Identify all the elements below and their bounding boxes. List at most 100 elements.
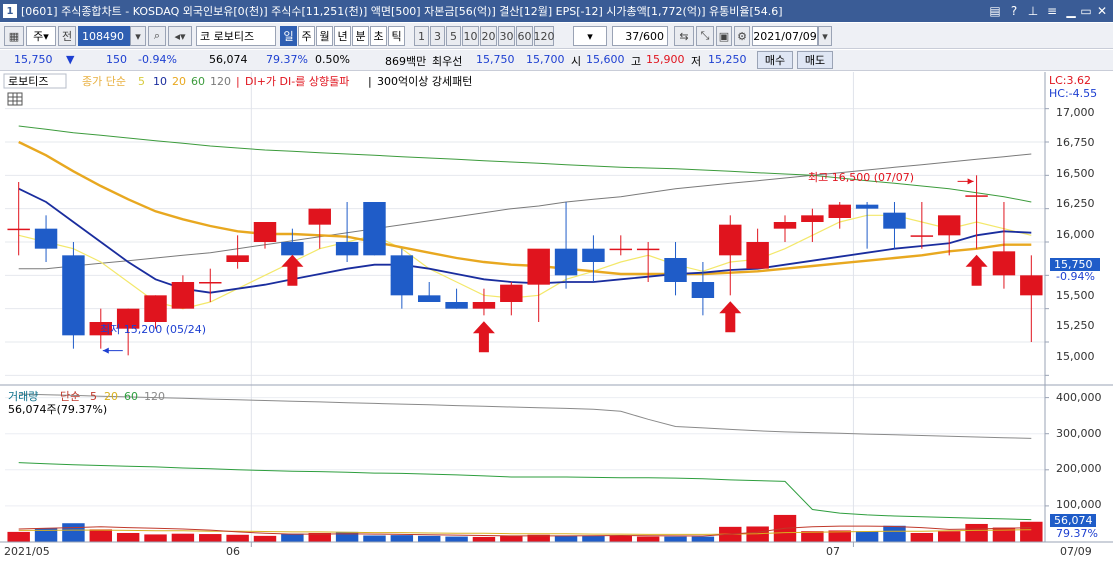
window-number: 1 — [3, 4, 17, 18]
candle-body — [390, 255, 414, 296]
volume-bar — [226, 534, 249, 542]
screen-icon[interactable]: ▤ — [987, 3, 1003, 18]
stock-code-input[interactable]: 108490 — [78, 26, 130, 46]
candle-body — [965, 195, 988, 197]
period-tab[interactable]: 년 — [334, 26, 351, 46]
current-price: 15,750 — [14, 53, 53, 66]
close-icon[interactable]: ✕ — [1094, 3, 1110, 18]
volume-bar — [691, 536, 715, 542]
settings-icon[interactable]: ⚙ — [734, 26, 750, 46]
candle-body — [773, 222, 797, 229]
candle-body — [992, 251, 1016, 276]
open-price: 15,600 — [586, 53, 625, 66]
save-icon[interactable]: ▣ — [716, 26, 732, 46]
candle — [62, 242, 85, 349]
count-field[interactable]: 37/600 — [612, 26, 668, 46]
menu-icon[interactable]: ≡ — [1044, 3, 1060, 18]
calendar-dropdown-icon[interactable]: ▾ — [818, 26, 832, 46]
candle-body — [527, 248, 550, 285]
candle-body — [62, 255, 85, 336]
open-label: 시 — [571, 55, 582, 68]
volume-legend-ma-20: 20 — [104, 390, 118, 403]
candle-body — [554, 248, 578, 276]
interval-button[interactable]: 1 — [414, 26, 429, 46]
candle-body — [417, 295, 441, 302]
interval-button[interactable]: 60 — [516, 26, 533, 46]
sell-button[interactable]: 매도 — [797, 51, 833, 69]
candle-body — [335, 242, 359, 256]
help-icon[interactable]: ? — [1006, 3, 1022, 18]
price-tick: 15,000 — [1056, 350, 1095, 363]
prev-button[interactable]: 전 — [58, 26, 76, 46]
legend-signal: DI+가 DI-를 상향돌파 — [245, 75, 349, 88]
period-tab[interactable]: 월 — [316, 26, 333, 46]
legend-pattern: 300억이상 강세패턴 — [377, 75, 472, 88]
link-icon[interactable]: ⇆ — [674, 26, 694, 46]
volume-legend-ma-5: 5 — [90, 390, 97, 403]
volume-bar — [253, 535, 277, 542]
best-bid-2: 15,700 — [526, 53, 565, 66]
period-tab[interactable]: 일 — [280, 26, 297, 46]
candle-body — [171, 282, 195, 309]
change-value: 150 — [106, 53, 127, 66]
minimize-icon[interactable]: ▁ — [1063, 3, 1079, 18]
hc-label: HC:-4.55 — [1049, 87, 1097, 100]
volume-tick: 100,000 — [1056, 498, 1102, 511]
draw-icon[interactable]: ⤡ — [696, 26, 714, 46]
candle-body — [691, 282, 715, 298]
pin-icon[interactable]: ⊥ — [1025, 3, 1041, 18]
volume-tick: 300,000 — [1056, 427, 1102, 440]
candle-body — [719, 224, 742, 256]
interval-button[interactable]: 20 — [480, 26, 497, 46]
volume-bar — [582, 535, 605, 542]
chart-svg[interactable]: 로보티즈 종가 단순 5 10 20 60 120 | DI+가 DI-를 상향… — [0, 72, 1113, 563]
candle-body — [609, 248, 633, 251]
volume-bar — [116, 532, 140, 542]
volume-bar — [883, 525, 906, 542]
legend-signal-marker: | — [236, 75, 240, 88]
legend-ma-120: 120 — [210, 75, 231, 88]
legend-ma-5: 5 — [138, 75, 145, 88]
price-tick: 17,000 — [1056, 106, 1095, 119]
period-tab[interactable]: 초 — [370, 26, 387, 46]
candle-body — [582, 248, 605, 262]
volume-bar — [417, 535, 441, 542]
volume-bar — [636, 536, 660, 542]
interval-button[interactable]: 3 — [430, 26, 445, 46]
candle-body — [308, 208, 331, 225]
chart-area: 로보티즈 종가 단순 5 10 20 60 120 | DI+가 DI-를 상향… — [0, 72, 1113, 563]
volume-bar — [965, 523, 988, 542]
sound-icon[interactable]: ◂▾ — [168, 26, 192, 46]
interval-button[interactable]: 120 — [534, 26, 555, 46]
maximize-icon[interactable]: ▭ — [1078, 3, 1094, 18]
candle-body — [801, 215, 824, 222]
code-dropdown-icon[interactable]: ▾ — [130, 26, 146, 46]
volume-bar — [390, 535, 414, 542]
volume-bar — [500, 535, 523, 542]
interval-button[interactable]: 5 — [446, 26, 461, 46]
candle-body — [281, 242, 304, 256]
period-tab[interactable]: 주 — [298, 26, 315, 46]
turnover-rate: 0.50% — [315, 53, 350, 66]
period-tab[interactable]: 분 — [352, 26, 369, 46]
volume-value: 56,074 — [209, 53, 248, 66]
interval-button[interactable]: 30 — [498, 26, 515, 46]
search-icon[interactable]: ⌕ — [148, 26, 166, 46]
market-select[interactable]: 주 ▾ — [26, 26, 56, 46]
date-field[interactable]: 2021/07/09 — [752, 26, 818, 46]
grid-icon[interactable] — [7, 92, 23, 106]
period-tab[interactable]: 틱 — [388, 26, 405, 46]
buy-button[interactable]: 매수 — [757, 51, 793, 69]
stock-name-field[interactable]: 코 로보티즈 — [196, 26, 276, 46]
interval-button[interactable]: 10 — [462, 26, 479, 46]
candle-body — [1020, 275, 1043, 296]
layout-icon[interactable]: ▦ — [4, 26, 24, 46]
quote-bar: 15,750 ▼ 150 -0.94% 56,074 79.37% 0.50% … — [0, 50, 1113, 71]
volume-legend-name: 거래량 — [8, 390, 38, 403]
volume-bar — [62, 523, 85, 542]
volume-bar — [89, 529, 113, 542]
window-title: [0601] 주식종합차트 - KOSDAQ 외국인보유[0(천)] 주식수[1… — [21, 5, 783, 18]
interval-dropdown[interactable]: ▾ — [573, 26, 607, 46]
candle-body — [363, 202, 386, 256]
change-percent: -0.94% — [138, 53, 177, 66]
